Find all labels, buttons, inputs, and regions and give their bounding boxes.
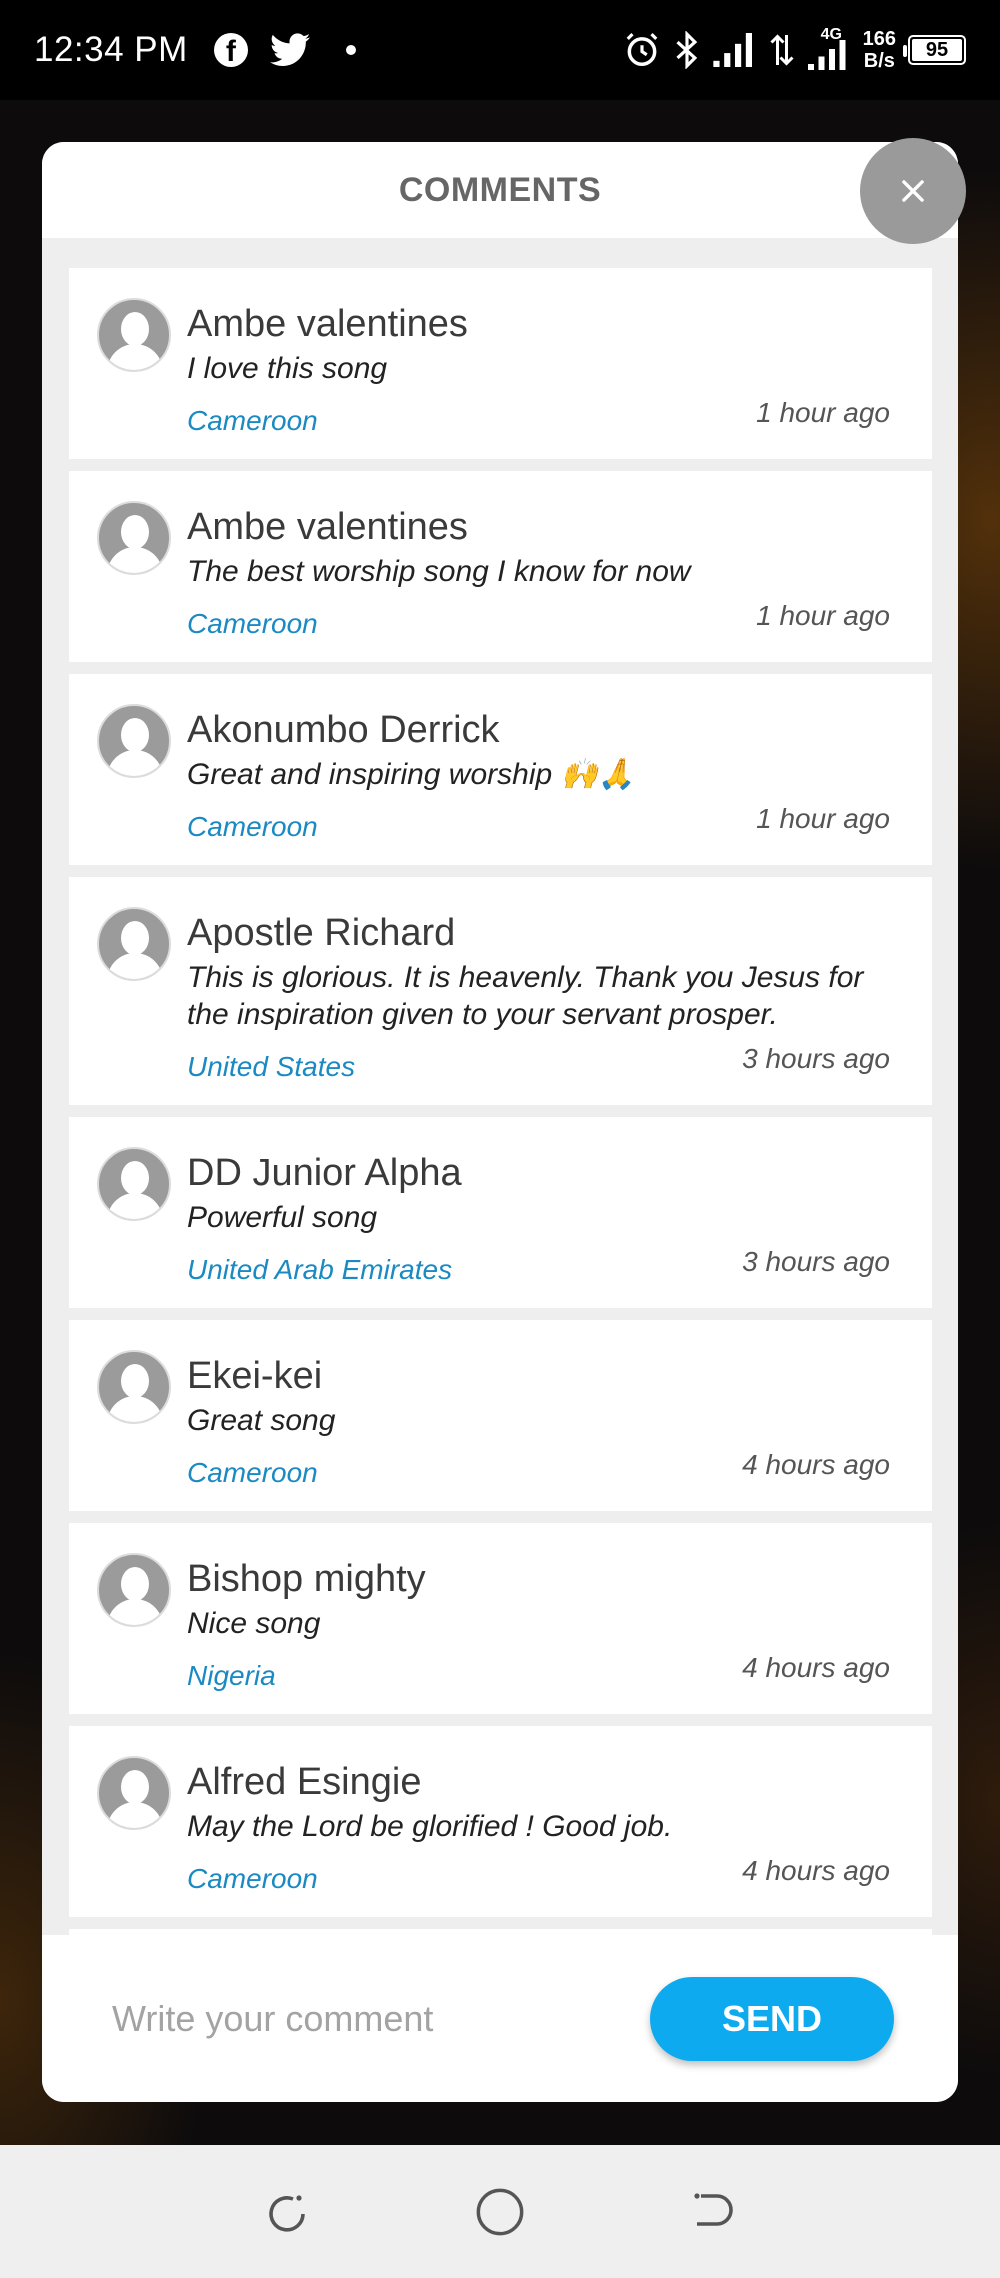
notification-dot	[345, 45, 356, 55]
list-item[interactable]: Apostle Richard This is glorious. It is h…	[69, 877, 932, 1105]
modal-title: COMMENTS	[398, 170, 602, 209]
twitter-icon	[269, 33, 310, 66]
status-bar: 12:34 PM f 4G 166 B/s 95	[0, 0, 1000, 100]
avatar	[97, 704, 171, 778]
home-icon	[476, 2188, 524, 2235]
list-item[interactable]: Ekei-kei Great song Cameroon 4 hours ago	[69, 1320, 932, 1511]
comment-author: Ambe valentines	[187, 303, 468, 345]
comment-input[interactable]	[112, 1997, 650, 2040]
comment-timestamp: 1 hour ago	[756, 397, 890, 428]
comments-list[interactable]: Ambe valentines I love this song Cameroon 1…	[42, 238, 958, 1935]
avatar	[97, 298, 171, 372]
comment-text: May the Lord be glorified ! Good job.	[187, 1810, 673, 1843]
send-button[interactable]: SEND	[650, 1976, 894, 2061]
comment-author: Ekei-kei	[187, 1355, 323, 1397]
list-item[interactable]: DD Junior Alpha Powerful song United Arab …	[69, 1117, 932, 1308]
back-icon	[694, 2192, 734, 2226]
navigation-bar	[0, 2145, 1000, 2278]
comments-modal: COMMENTS Ambe valentines I love this song…	[42, 142, 958, 2102]
status-time: 12:34 PM	[34, 30, 188, 69]
comment-author: DD Junior Alpha	[187, 1152, 462, 1194]
data-transfer-icon	[770, 34, 794, 66]
avatar	[97, 1350, 171, 1424]
home-button[interactable]	[470, 2182, 530, 2242]
facebook-icon: f	[213, 33, 248, 67]
comment-timestamp: 4 hours ago	[742, 1652, 890, 1683]
comment-author: Ambe valentines	[187, 506, 468, 548]
list-item[interactable]: Bishop mighty Nice song Nigeria 4 hours ago	[69, 1523, 932, 1714]
comment-author: Bishop mighty	[187, 1558, 426, 1600]
comment-text: This is glorious. It is heavenly. Thank …	[187, 961, 864, 1031]
signal-4g-icon: 4G	[807, 26, 851, 70]
avatar	[97, 1553, 171, 1627]
back-button[interactable]	[683, 2182, 743, 2242]
avatar	[97, 1756, 171, 1830]
bluetooth-icon	[676, 31, 697, 69]
list-item[interactable]: Ambe valentines The best worship song I k…	[69, 471, 932, 662]
comment-timestamp: 1 hour ago	[756, 803, 890, 834]
comment-timestamp: 1 hour ago	[756, 600, 890, 631]
comment-author: Apostle Richard	[187, 912, 456, 954]
comment-author: Alfred Esingie	[187, 1761, 422, 1803]
comment-text: Nice song	[187, 1607, 321, 1640]
list-item[interactable]: Akonumbo Derrick Great and inspiring wors…	[69, 674, 932, 865]
comment-text: The best worship song I know for now	[187, 555, 691, 588]
avatar	[97, 1147, 171, 1221]
alarm-icon	[626, 33, 657, 66]
list-item[interactable]: Alfred Esingie May the Lord be glorified …	[69, 1726, 932, 1917]
close-button[interactable]	[860, 138, 966, 244]
comment-author: Akonumbo Derrick	[187, 709, 500, 751]
comment-compose-bar: SEND	[42, 1935, 958, 2102]
comment-timestamp: 4 hours ago	[742, 1855, 890, 1886]
comment-text: Great and inspiring worship 🙌🙏	[187, 758, 636, 791]
battery-icon: 95	[903, 35, 966, 65]
modal-header: COMMENTS	[42, 142, 958, 238]
comment-timestamp: 3 hours ago	[742, 1043, 890, 1074]
comment-timestamp: 3 hours ago	[742, 1246, 890, 1277]
network-speed: 166 B/s	[862, 28, 896, 72]
avatar	[97, 501, 171, 575]
comment-text: Great song	[187, 1404, 336, 1437]
signal-icon	[712, 33, 752, 67]
recent-apps-icon	[268, 2194, 305, 2232]
comment-text: I love this song	[187, 352, 388, 385]
avatar	[97, 907, 171, 981]
close-icon	[902, 180, 924, 202]
list-item[interactable]: Ambe valentines I love this song Cameroon 1…	[69, 268, 932, 459]
comment-text: Powerful song	[187, 1201, 378, 1234]
comment-timestamp: 4 hours ago	[742, 1449, 890, 1480]
recent-apps-button[interactable]	[257, 2182, 317, 2242]
